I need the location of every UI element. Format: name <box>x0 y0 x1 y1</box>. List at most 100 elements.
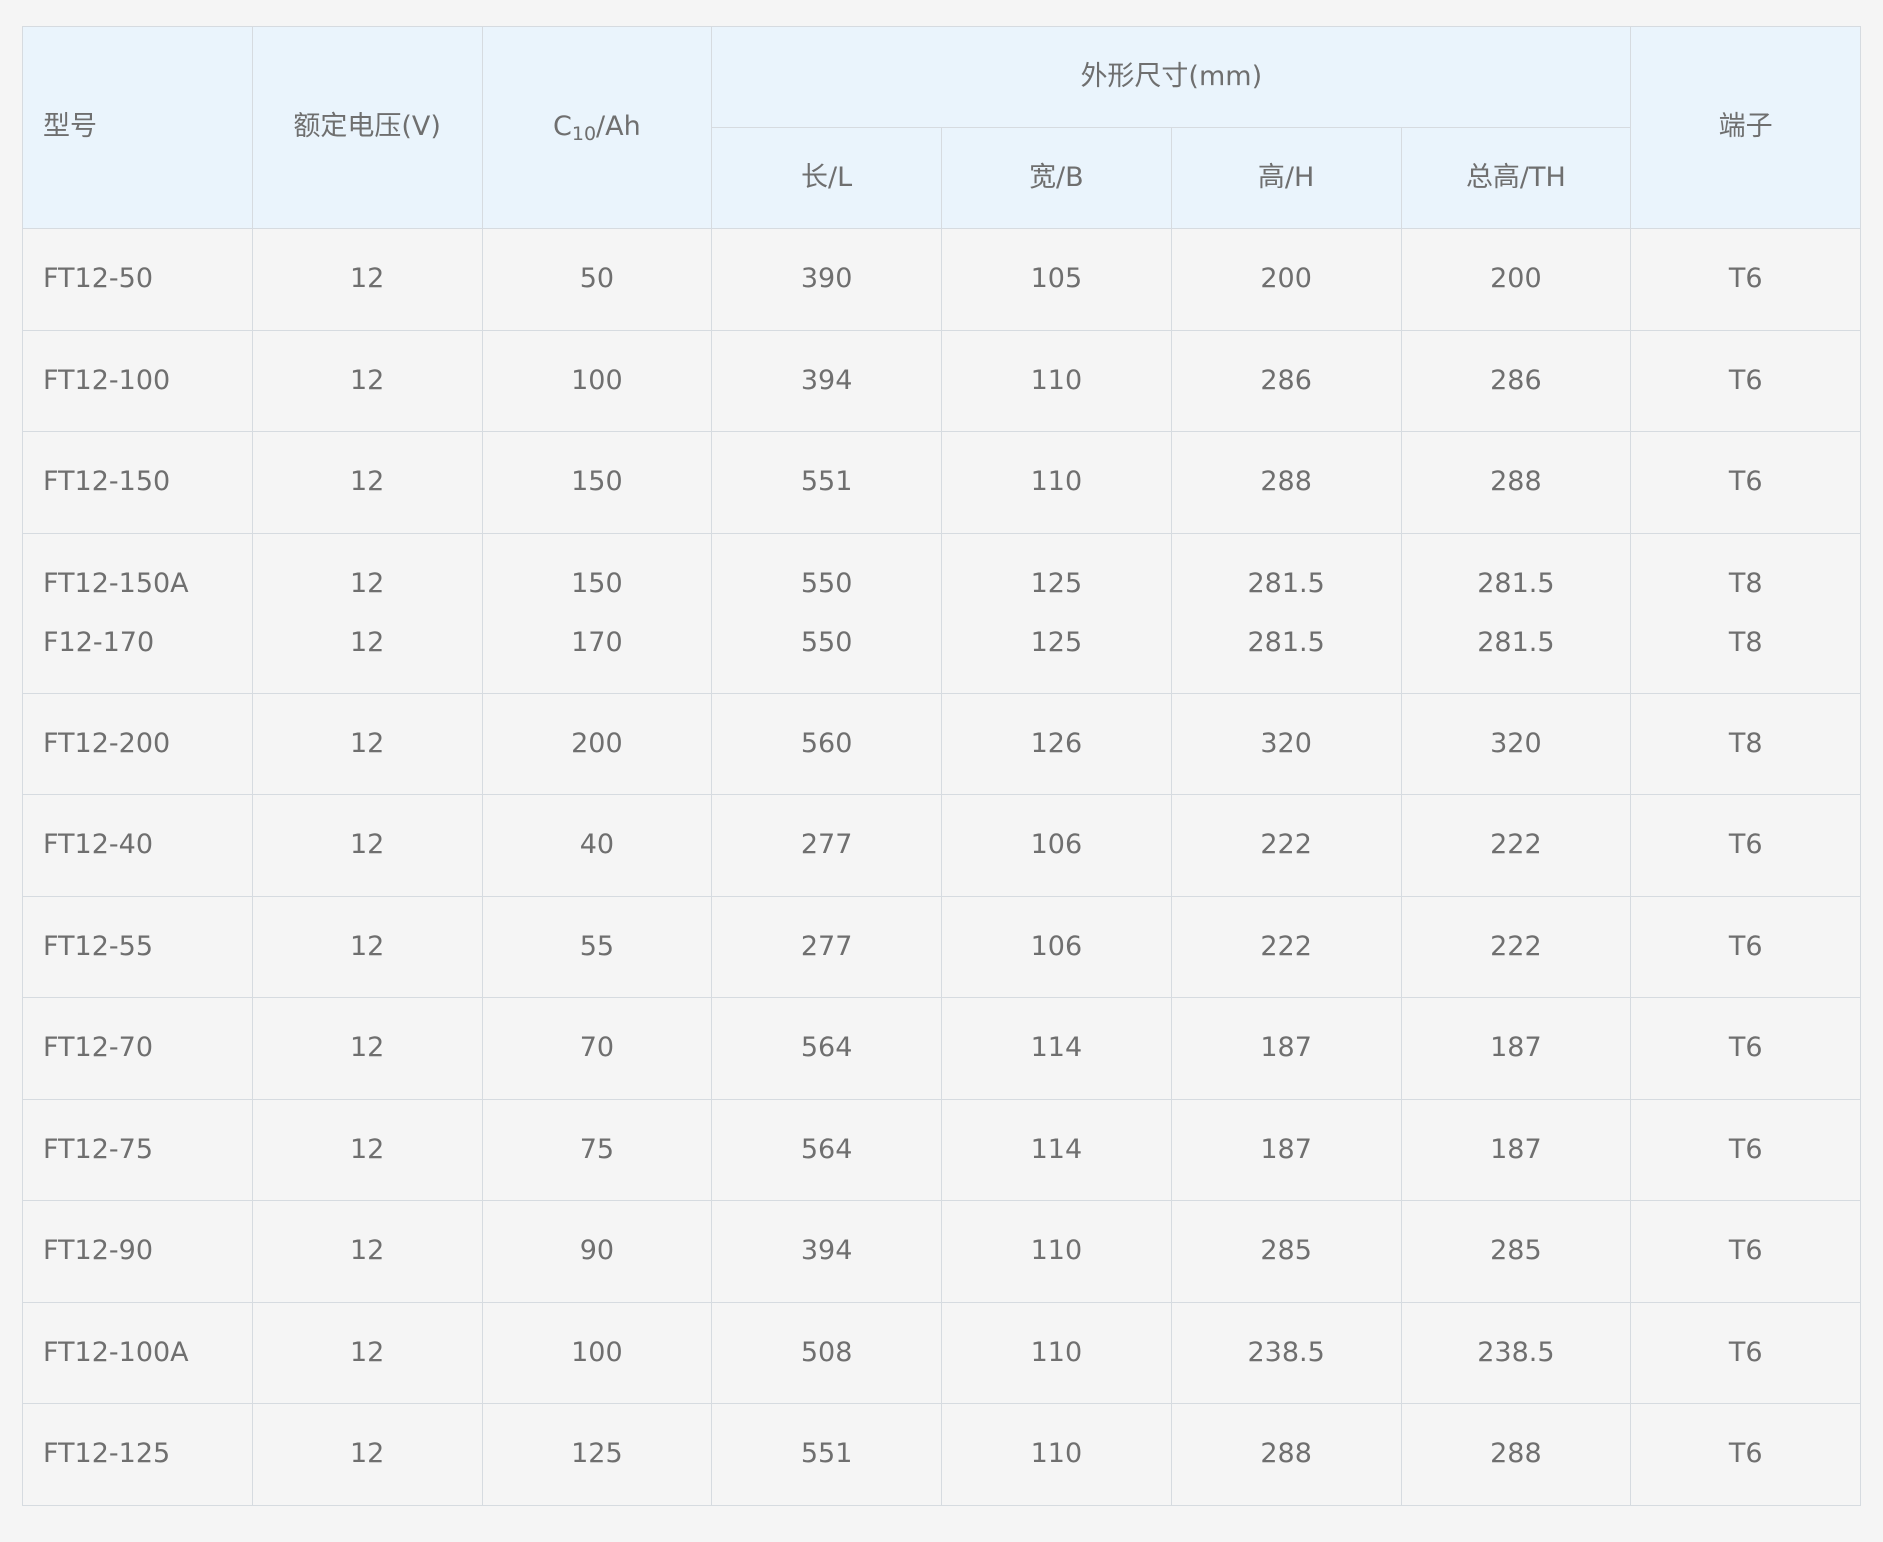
header-model: 型号 <box>22 26 253 229</box>
cell-line: T8 <box>1728 568 1763 599</box>
cell-height: 200 <box>1170 228 1402 331</box>
cell-terminal: T6 <box>1630 794 1862 897</box>
cell-width: 110 <box>941 329 1172 432</box>
cell-model: FT12-150 <box>22 431 253 534</box>
cell-total-height: 320 <box>1400 692 1632 795</box>
table-row: FT12-70 12 70 564 114 187 187 T6 <box>22 997 1862 1100</box>
cell-model: FT12-55 <box>22 895 253 998</box>
cell-total-height: 200 <box>1400 228 1632 331</box>
cell-length: 277 <box>711 794 942 897</box>
cell-voltage: 12 <box>251 1301 483 1404</box>
battery-spec-table: 型号 额定电压(V) C10/Ah 外形尺寸(mm) 端子 长/L 宽/B 高/… <box>22 26 1862 1506</box>
cell-voltage: 12 <box>251 329 483 432</box>
cell-capacity: 70 <box>481 997 713 1100</box>
cell-voltage: 12 <box>251 1098 483 1201</box>
cell-voltage: 12 <box>251 1403 483 1506</box>
cell-total-height: 187 <box>1400 997 1632 1100</box>
table-row: FT12-100A 12 100 508 110 238.5 238.5 T6 <box>22 1301 1862 1404</box>
cell-length: 390 <box>711 228 942 331</box>
cell-capacity: 100 <box>481 1301 713 1404</box>
cell-line: 12 <box>349 627 385 658</box>
cell-line: 125 <box>1030 568 1083 599</box>
cell-total-height: 286 <box>1400 329 1632 432</box>
cell-length: 394 <box>711 1200 942 1303</box>
cell-length: 551 <box>711 1403 942 1506</box>
cell-width: 110 <box>941 1403 1172 1506</box>
cell-line: 150 <box>571 568 623 599</box>
cell-capacity: 40 <box>481 794 713 897</box>
cell-model: FT12-100 <box>22 329 253 432</box>
cell-width: 110 <box>941 1200 1172 1303</box>
cell-terminal: T6 <box>1630 1098 1862 1201</box>
table-row: FT12-90 12 90 394 110 285 285 T6 <box>22 1200 1862 1303</box>
spec-table-container: 型号 额定电压(V) C10/Ah 外形尺寸(mm) 端子 长/L 宽/B 高/… <box>22 26 1862 1506</box>
cell-length: 394 <box>711 329 942 432</box>
header-voltage: 额定电压(V) <box>251 26 483 229</box>
header-total-height: 总高/TH <box>1400 127 1632 229</box>
cell-capacity: 150 170 <box>481 532 713 694</box>
cell-model: FT12-125 <box>22 1403 253 1506</box>
cell-terminal: T6 <box>1630 997 1862 1100</box>
cell-total-height: 288 <box>1400 431 1632 534</box>
cell-terminal: T6 <box>1630 1200 1862 1303</box>
cell-terminal: T8 <box>1630 692 1862 795</box>
cell-line: 281.5 <box>1477 627 1555 658</box>
cell-model: FT12-70 <box>22 997 253 1100</box>
cell-width: 114 <box>941 997 1172 1100</box>
cell-length: 564 <box>711 997 942 1100</box>
cell-total-height: 187 <box>1400 1098 1632 1201</box>
cell-model: FT12-90 <box>22 1200 253 1303</box>
header-capacity: C10/Ah <box>481 26 713 229</box>
cell-line: 281.5 <box>1247 568 1325 599</box>
header-capacity-subscript: 10 <box>571 123 597 146</box>
cell-voltage: 12 <box>251 895 483 998</box>
header-length: 长/L <box>711 127 942 229</box>
cell-width: 110 <box>941 431 1172 534</box>
table-row: FT12-50 12 50 390 105 200 200 T6 <box>22 228 1862 331</box>
cell-line: FT12-150A <box>43 568 189 599</box>
header-capacity-symbol: C <box>553 111 572 143</box>
cell-length: 508 <box>711 1301 942 1404</box>
cell-height: 187 <box>1170 1098 1402 1201</box>
cell-width: 125 125 <box>941 532 1172 694</box>
cell-line: 281.5 <box>1477 568 1555 599</box>
cell-capacity: 90 <box>481 1200 713 1303</box>
table-row: FT12-150 12 150 551 110 288 288 T6 <box>22 431 1862 534</box>
cell-model: FT12-50 <box>22 228 253 331</box>
cell-height: 281.5 281.5 <box>1170 532 1402 694</box>
table-row: FT12-55 12 55 277 106 222 222 T6 <box>22 895 1862 998</box>
cell-line: 550 <box>800 627 853 658</box>
cell-terminal: T6 <box>1630 1403 1862 1506</box>
cell-height: 187 <box>1170 997 1402 1100</box>
cell-voltage: 12 <box>251 997 483 1100</box>
cell-length: 564 <box>711 1098 942 1201</box>
cell-height: 286 <box>1170 329 1402 432</box>
header-height: 高/H <box>1170 127 1402 229</box>
cell-total-height: 222 <box>1400 895 1632 998</box>
cell-capacity: 75 <box>481 1098 713 1201</box>
table-row: FT12-75 12 75 564 114 187 187 T6 <box>22 1098 1862 1201</box>
cell-terminal: T6 <box>1630 228 1862 331</box>
cell-height: 285 <box>1170 1200 1402 1303</box>
cell-line: T8 <box>1728 627 1763 658</box>
cell-model: FT12-100A <box>22 1301 253 1404</box>
table-row: FT12-40 12 40 277 106 222 222 T6 <box>22 794 1862 897</box>
header-row-1: 型号 额定电压(V) C10/Ah 外形尺寸(mm) 端子 <box>22 26 1862 229</box>
cell-model: FT12-150A F12-170 <box>22 532 253 694</box>
cell-model: FT12-200 <box>22 692 253 795</box>
cell-capacity: 125 <box>481 1403 713 1506</box>
cell-capacity: 55 <box>481 895 713 998</box>
header-dimensions: 外形尺寸(mm) <box>711 26 1632 128</box>
cell-terminal: T6 <box>1630 329 1862 432</box>
cell-capacity: 100 <box>481 329 713 432</box>
cell-terminal: T6 <box>1630 895 1862 998</box>
cell-voltage: 12 12 <box>251 532 483 694</box>
cell-width: 106 <box>941 794 1172 897</box>
cell-height: 288 <box>1170 1403 1402 1506</box>
cell-capacity: 200 <box>481 692 713 795</box>
cell-line: 550 <box>800 568 853 599</box>
cell-height: 222 <box>1170 895 1402 998</box>
table-body: FT12-50 12 50 390 105 200 200 T6 FT12-10… <box>22 228 1862 1506</box>
cell-total-height: 238.5 <box>1400 1301 1632 1404</box>
cell-length: 550 550 <box>711 532 942 694</box>
